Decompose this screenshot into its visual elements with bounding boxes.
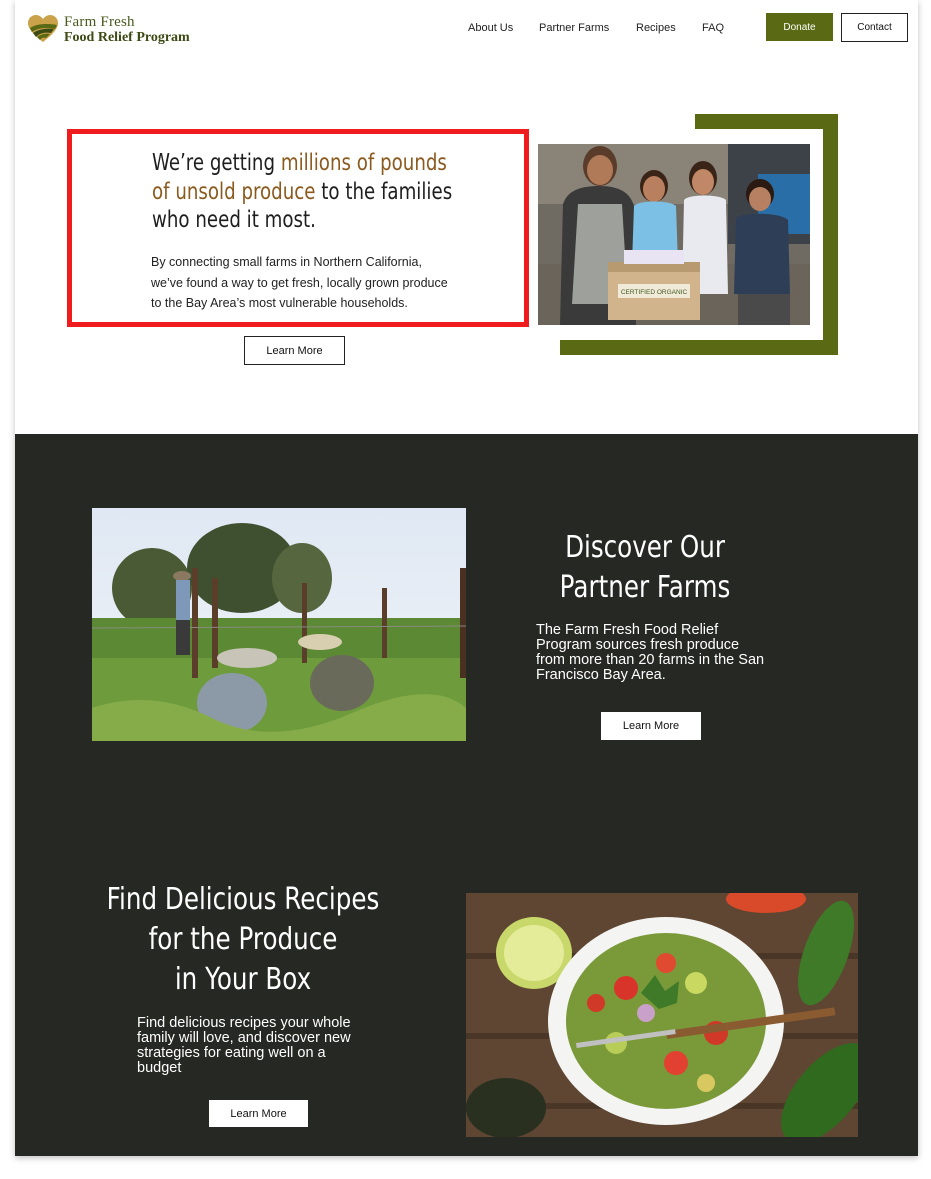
logo-text-line1: Farm Fresh: [64, 14, 135, 30]
page: Farm Fresh Food Relief Program About Us …: [15, 0, 918, 1156]
headline-text: to the families: [315, 178, 453, 205]
partner-farms-title: Discover Our Partner Farms: [481, 528, 809, 608]
nav-about-us[interactable]: About Us: [468, 22, 513, 34]
hero-description: By connecting small farms in Northern Ca…: [151, 252, 461, 314]
hero-family-photo: CERTIFIED ORGANIC: [538, 144, 810, 325]
headline-accent: of unsold produce: [152, 178, 316, 205]
partner-farms-description-line: Francisco Bay Area.: [536, 667, 666, 683]
recipes-description-line: budget: [137, 1060, 182, 1076]
partner-farms-title-line: Partner Farms: [559, 570, 731, 605]
partner-farms-learn-more-button[interactable]: Learn More: [601, 712, 701, 740]
decorative-frame: [823, 114, 838, 355]
partner-farms-description-line: The Farm Fresh Food Relief: [536, 622, 719, 638]
nav-partner-farms[interactable]: Partner Farms: [539, 22, 609, 34]
site-logo[interactable]: Farm Fresh Food Relief Program: [26, 14, 190, 46]
decorative-frame: [695, 114, 838, 129]
recipes-title-line: Find Delicious Recipes: [106, 882, 380, 917]
recipes-title: Find Delicious Recipes for the Produce i…: [79, 880, 407, 1000]
hero-headline: We’re getting millions of pounds of unso…: [152, 149, 452, 235]
hero-description-line: By connecting small farms in Northern Ca…: [151, 255, 422, 269]
recipes-description: Find delicious recipes your whole family…: [137, 1016, 397, 1076]
nav-recipes[interactable]: Recipes: [636, 22, 676, 34]
recipes-title-line: in Your Box: [174, 962, 312, 997]
decorative-frame: [560, 340, 838, 355]
donate-button[interactable]: Donate: [766, 13, 833, 41]
dark-content-section: Discover Our Partner Farms The Farm Fres…: [15, 434, 918, 1156]
partner-farms-description-line: Program sources fresh produce: [536, 637, 740, 653]
recipes-description-line: Find delicious recipes your whole: [137, 1015, 351, 1031]
logo-text-line2: Food Relief Program: [64, 30, 190, 45]
decorative-frame-gap: [810, 129, 823, 340]
headline-text: We’re getting: [152, 150, 281, 176]
partner-farms-description-line: from more than 20 farms in the San: [536, 652, 765, 668]
recipes-title-line: for the Produce: [148, 922, 338, 957]
headline-text: who need it most.: [152, 207, 316, 233]
partner-farms-description: The Farm Fresh Food Relief Program sourc…: [536, 623, 796, 683]
recipes-learn-more-button[interactable]: Learn More: [209, 1100, 308, 1127]
recipes-description-line: strategies for eating well on a: [137, 1045, 326, 1061]
salad-bowl-photo: [466, 893, 858, 1137]
recipes-description-line: family will love, and discover new: [137, 1030, 351, 1046]
hero-learn-more-button[interactable]: Learn More: [244, 336, 345, 365]
hero-description-line: to the Bay Area’s most vulnerable househ…: [151, 296, 408, 310]
box-label: CERTIFIED ORGANIC: [621, 289, 688, 296]
partner-farms-title-line: Discover Our: [565, 530, 725, 565]
hero-description-line: we’ve found a way to get fresh, locally …: [151, 275, 448, 290]
headline-accent: millions of pounds: [280, 150, 447, 176]
contact-button[interactable]: Contact: [841, 13, 908, 42]
heart-field-logo-icon: [28, 15, 58, 42]
nav-faq[interactable]: FAQ: [702, 22, 724, 34]
farm-workers-photo: [92, 508, 466, 741]
